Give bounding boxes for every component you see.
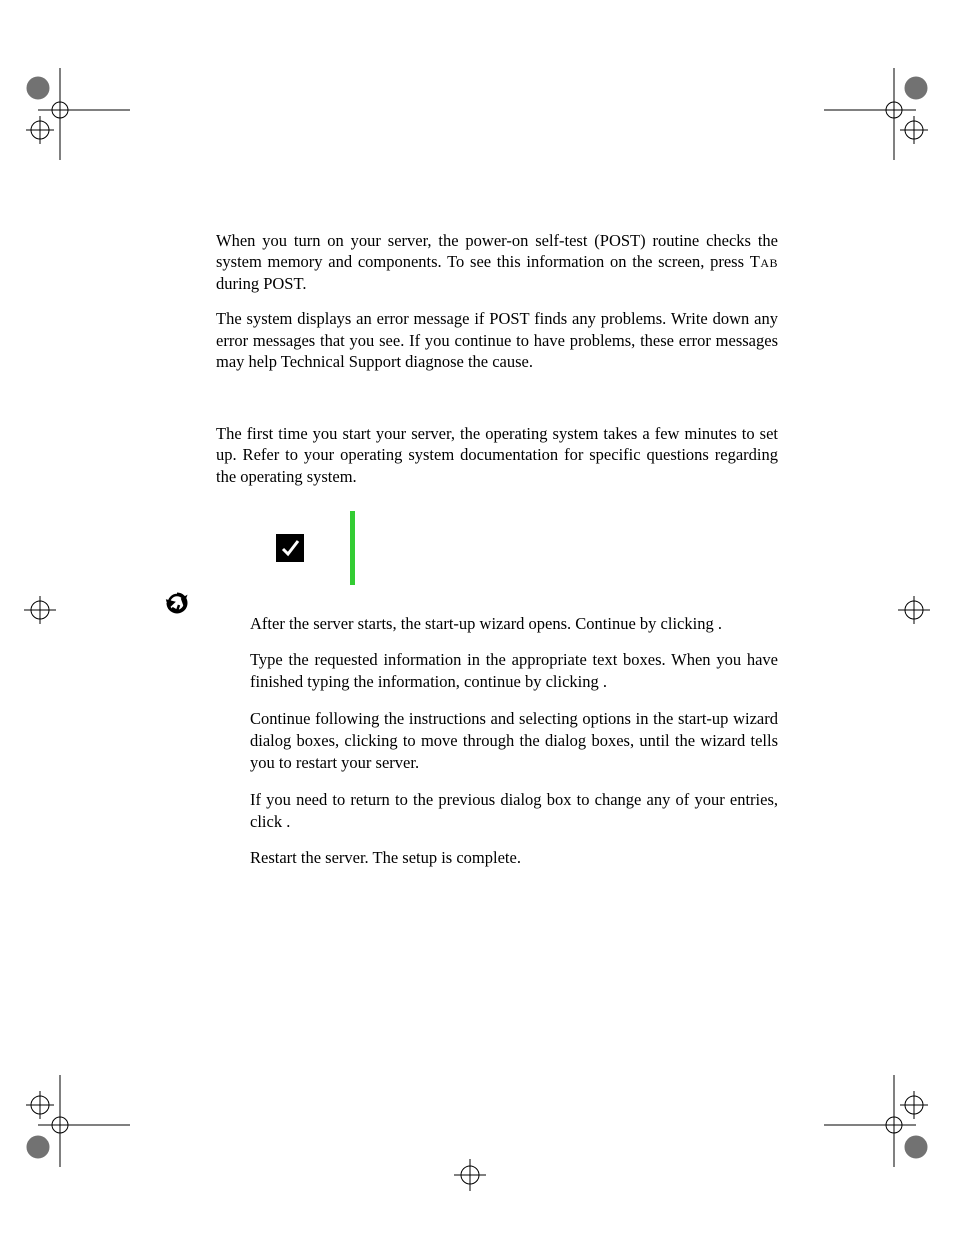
- key-label: Tab: [750, 252, 778, 271]
- checkmark-icon: [276, 534, 304, 562]
- step-text: If you need to return to the previous di…: [250, 789, 778, 834]
- crop-mark-icon: [884, 590, 944, 630]
- crop-mark-icon: [440, 1145, 500, 1205]
- body-paragraph: When you turn on your server, the power-…: [216, 230, 778, 294]
- crop-mark-icon: [20, 100, 80, 160]
- crop-mark-icon: [874, 1075, 934, 1135]
- step-text: After the server starts, the start-up wi…: [250, 613, 778, 635]
- procedure-steps: After the server starts, the start-up wi…: [250, 613, 778, 869]
- body-text: When you turn on your server, the power-…: [216, 231, 778, 271]
- step-text: Restart the server. The setup is complet…: [250, 847, 778, 869]
- body-text: during POST.: [216, 274, 306, 293]
- step-text: Continue following the instructions and …: [250, 708, 778, 775]
- body-paragraph: The system displays an error message if …: [216, 308, 778, 372]
- body-paragraph: The first time you start your server, th…: [216, 423, 778, 487]
- crop-mark-icon: [874, 100, 934, 160]
- callout-divider: [350, 511, 355, 585]
- crop-mark-icon: [20, 1075, 80, 1135]
- step-text: Type the requested information in the ap…: [250, 649, 778, 694]
- tip-callout: [276, 509, 778, 587]
- arrow-right-icon: [164, 590, 190, 616]
- page-content: When you turn on your server, the power-…: [216, 230, 778, 883]
- crop-mark-icon: [10, 590, 70, 630]
